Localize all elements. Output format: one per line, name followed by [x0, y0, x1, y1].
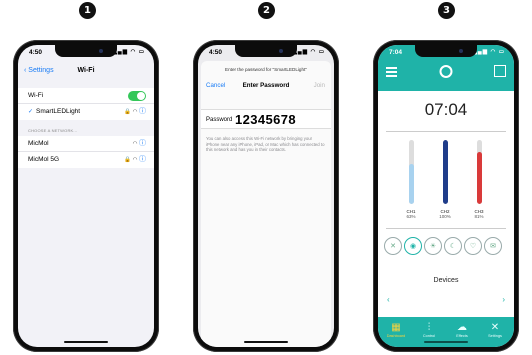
section-header: CHOOSE A NETWORK... [28, 128, 78, 133]
info-icon[interactable]: ⓘ [139, 140, 146, 147]
dashboard-icon: ▦ [391, 322, 401, 333]
tab-label: Control [422, 334, 436, 338]
wifi-toggle-row: Wi-Fi [18, 88, 154, 104]
checkmark-icon: ✓ [28, 109, 34, 115]
network-status-icons: 🔒 ◠ ⓘ [124, 152, 146, 168]
password-field[interactable]: Password 12345678 [201, 109, 331, 129]
mode-sun-button[interactable]: ☀ [424, 237, 442, 255]
tab-label: Settings [488, 334, 502, 338]
phone-wifi-settings: 4:50 ▂▄▆ ◠ ▭ ‹ Settings Wi-Fi Wi-Fi ✓ Sma… [13, 40, 159, 352]
devices-prev-arrow[interactable]: ‹ [387, 295, 390, 304]
network-name: MicMol 5G [28, 156, 60, 163]
channel-percent: 63% [406, 214, 416, 219]
info-icon[interactable]: ⓘ [139, 108, 146, 115]
mode-off-button[interactable]: ✕ [384, 237, 402, 255]
phone-notch [415, 45, 477, 57]
page-title: Wi-Fi [77, 67, 95, 74]
clock-display: 07:04 [424, 100, 468, 119]
phone-notch [235, 45, 297, 57]
tools-icon: ✕ [490, 322, 500, 333]
mode-auto-button[interactable]: ◉ [404, 237, 422, 255]
phone-screen: 7:04 ▂▄▆ ◠ ▭ 07:04 CH1 63% CH2 100% CH3 [378, 45, 514, 347]
home-indicator [244, 341, 288, 343]
tab-label: Dashboard [386, 334, 406, 338]
menu-icon[interactable] [386, 67, 397, 79]
channel-slider[interactable] [442, 140, 448, 204]
network-name: SmartLEDLight [36, 108, 81, 115]
home-indicator [64, 341, 108, 343]
phone-notch [55, 45, 117, 57]
channel-fill [442, 140, 448, 204]
step-badge-2: 2 [258, 2, 275, 19]
status-time: 7:04 [389, 49, 403, 56]
step-badge-3: 3 [438, 2, 455, 19]
channel-slider[interactable] [476, 140, 482, 204]
join-button[interactable]: Join [314, 82, 325, 89]
help-text: You can also access this Wi-Fi network b… [206, 136, 325, 152]
status-time: 4:50 [209, 49, 223, 56]
status-icons: ▂▄▆ ◠ ▭ [112, 49, 145, 55]
mode-favorite-button[interactable]: ♡ [464, 237, 482, 255]
channel-fill [408, 163, 414, 204]
network-row[interactable]: MicMol ◠ ⓘ [18, 136, 154, 152]
step-badge-1: 1 [79, 2, 96, 19]
wifi-icon: ◠ [132, 141, 138, 147]
password-label: Password [206, 117, 233, 123]
password-sheet: Enter the password for "SmartLEDLight" C… [201, 61, 331, 347]
tab-control[interactable]: ⫶ Control [412, 322, 446, 338]
lock-wifi-icons: 🔒 ◠ [124, 109, 138, 115]
phone-enter-password: 4:50 ▂▄▆ ◠ ▭ Enter the password for "Sma… [193, 40, 339, 352]
status-time: 4:50 [29, 49, 43, 56]
home-indicator [424, 341, 468, 343]
mode-moon-button[interactable]: ☾ [444, 237, 462, 255]
tab-label: Effects [456, 334, 468, 338]
scan-icon[interactable] [494, 65, 506, 77]
cloud-icon: ☁ [457, 322, 467, 333]
tab-dashboard[interactable]: ▦ Dashboard [379, 322, 413, 338]
info-icon[interactable]: ⓘ [139, 156, 146, 163]
channel-ch1: CH1 63% [398, 140, 424, 219]
mode-buttons: ✕ ◉ ☀ ☾ ♡ ✉ [384, 237, 508, 261]
connected-network-row[interactable]: ✓ SmartLEDLight 🔒 ◠ ⓘ [18, 104, 154, 120]
sheet-title: Enter Password [242, 82, 290, 89]
networks-group: MicMol ◠ ⓘ MicMol 5G 🔒 ◠ ⓘ [18, 136, 154, 168]
phone-screen: 4:50 ▂▄▆ ◠ ▭ Enter the password for "Sma… [198, 45, 334, 347]
devices-heading: Devices [433, 277, 459, 284]
channel-fill [476, 152, 482, 204]
sliders-icon: ⫶ [427, 322, 431, 333]
app-logo-icon [439, 65, 453, 78]
mode-custom-button[interactable]: ✉ [484, 237, 502, 255]
phone-led-app: 7:04 ▂▄▆ ◠ ▭ 07:04 CH1 63% CH2 100% CH3 [373, 40, 519, 352]
password-value[interactable]: 12345678 [235, 112, 296, 127]
phone-screen: 4:50 ▂▄▆ ◠ ▭ ‹ Settings Wi-Fi Wi-Fi ✓ Sma… [18, 45, 154, 347]
wifi-toggle[interactable] [128, 91, 146, 101]
wifi-group: Wi-Fi ✓ SmartLEDLight 🔒 ◠ ⓘ [18, 88, 154, 120]
channel-percent: 100% [439, 214, 451, 219]
network-status-icons: 🔒 ◠ ⓘ [124, 104, 146, 120]
wifi-label: Wi-Fi [28, 92, 44, 99]
tab-effects[interactable]: ☁ Effects [445, 322, 479, 338]
channel-ch3: CH3 81% [466, 140, 492, 219]
channel-ch2: CH2 100% [432, 140, 458, 219]
network-row[interactable]: MicMol 5G 🔒 ◠ ⓘ [18, 152, 154, 168]
devices-next-arrow[interactable]: › [502, 295, 505, 304]
channel-slider[interactable] [408, 140, 414, 204]
tutorial-stage: 1 2 3 4:50 ▂▄▆ ◠ ▭ ‹ Settings Wi-Fi Wi-F… [0, 0, 532, 355]
sheet-nav-bar: Cancel Enter Password Join [201, 77, 331, 93]
network-name: MicMol [28, 140, 49, 147]
status-icons: ▂▄▆ ◠ ▭ [292, 49, 325, 55]
channel-panel: CH1 63% CH2 100% CH3 81% [386, 131, 506, 229]
password-prompt: Enter the password for "SmartLEDLight" [225, 67, 307, 72]
lock-wifi-icons: 🔒 ◠ [124, 157, 138, 163]
tab-settings[interactable]: ✕ Settings [478, 322, 512, 338]
nav-bar: ‹ Settings Wi-Fi [18, 63, 154, 79]
status-icons: ▂▄▆ ◠ ▭ [472, 49, 505, 55]
network-status-icons: ◠ ⓘ [133, 136, 146, 152]
channel-percent: 81% [474, 214, 484, 219]
